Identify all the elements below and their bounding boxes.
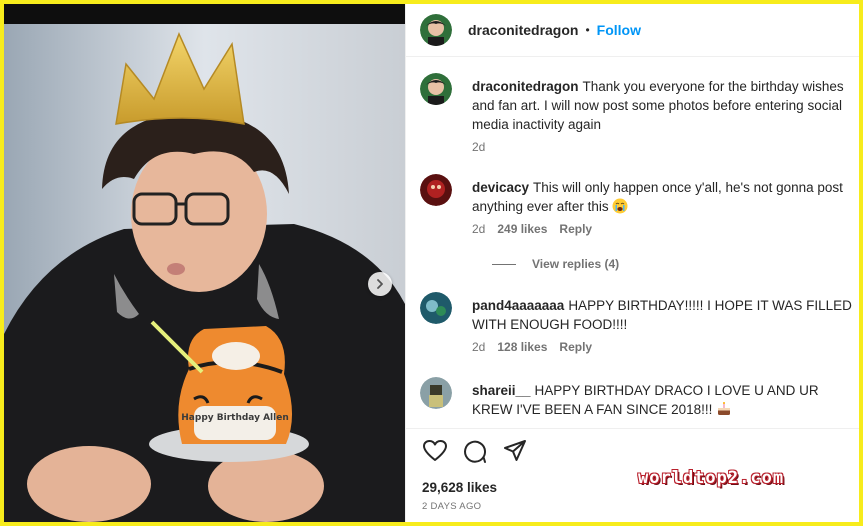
comments-list[interactable]: draconitedragon Thank you everyone for th… <box>406 57 859 427</box>
caption-username[interactable]: draconitedragon <box>472 79 579 94</box>
post-side-panel: draconitedragon • Follow draconitedragon… <box>405 4 859 522</box>
share-button[interactable] <box>502 438 528 464</box>
caption-avatar[interactable] <box>420 73 452 105</box>
caption-meta: 2d <box>472 140 485 154</box>
avatar-image <box>420 73 452 105</box>
author-avatar[interactable] <box>420 14 452 46</box>
commenter-avatar[interactable] <box>420 174 452 206</box>
follow-button[interactable]: Follow <box>597 22 641 38</box>
comment-body: shareii__ HAPPY BIRTHDAY DRACO I LOVE U A… <box>472 381 859 419</box>
replies-line <box>492 263 516 265</box>
post-header: draconitedragon • Follow <box>406 4 859 57</box>
reply-button[interactable]: Reply <box>559 222 592 236</box>
comment-username[interactable]: devicacy <box>472 180 529 195</box>
separator-dot: • <box>585 23 590 37</box>
heart-icon <box>423 440 447 461</box>
comment-meta: 2d 249 likes Reply <box>472 222 592 236</box>
like-button[interactable] <box>422 438 448 464</box>
instagram-post-frame: Happy Birthday Allen draconitedragon • F… <box>4 4 859 522</box>
comment-time: 2d <box>472 222 486 236</box>
comment-icon <box>464 440 487 463</box>
avatar-image <box>420 174 452 206</box>
commenter-avatar[interactable] <box>420 292 452 324</box>
post-photo[interactable]: Happy Birthday Allen <box>4 4 405 522</box>
avatar-image <box>420 14 452 46</box>
author-username[interactable]: draconitedragon <box>468 22 578 38</box>
comment-body: pand4aaaaaaa HAPPY BIRTHDAY!!!!! I HOPE I… <box>472 296 859 334</box>
post-likes-count[interactable]: 29,628 likes <box>422 480 497 495</box>
caption-body: draconitedragon Thank you everyone for th… <box>472 77 859 134</box>
avatar-image <box>420 377 452 409</box>
photo-illustration: Happy Birthday Allen <box>4 4 405 522</box>
chevron-right-icon <box>377 279 383 289</box>
crying-face-icon <box>612 198 628 214</box>
reply-button[interactable]: Reply <box>559 340 592 354</box>
cake-icon <box>718 402 731 415</box>
commenter-avatar[interactable] <box>420 377 452 409</box>
comment-likes[interactable]: 128 likes <box>497 340 547 354</box>
comment-username[interactable]: shareii__ <box>472 383 531 398</box>
view-replies-button[interactable]: View replies (4) <box>492 257 619 271</box>
avatar-image <box>420 292 452 324</box>
view-replies-label: View replies (4) <box>532 257 620 271</box>
send-icon <box>504 440 526 461</box>
comment-time: 2d <box>472 340 486 354</box>
post-actions: 29,628 likes 2 DAYS AGO worldtop2.com <box>406 428 859 522</box>
caption-time: 2d <box>472 140 486 154</box>
comment-username[interactable]: pand4aaaaaaa <box>472 298 564 313</box>
cake-text: Happy Birthday Allen <box>181 413 288 423</box>
watermark: worldtop2.com <box>638 468 785 488</box>
post-timestamp: 2 DAYS AGO <box>422 501 482 512</box>
comment-body: devicacy This will only happen once y'all… <box>472 178 859 216</box>
comment-button[interactable] <box>462 438 488 464</box>
comment-likes[interactable]: 249 likes <box>497 222 547 236</box>
carousel-next-button[interactable] <box>368 272 392 296</box>
comment-meta: 2d 128 likes Reply <box>472 340 592 354</box>
